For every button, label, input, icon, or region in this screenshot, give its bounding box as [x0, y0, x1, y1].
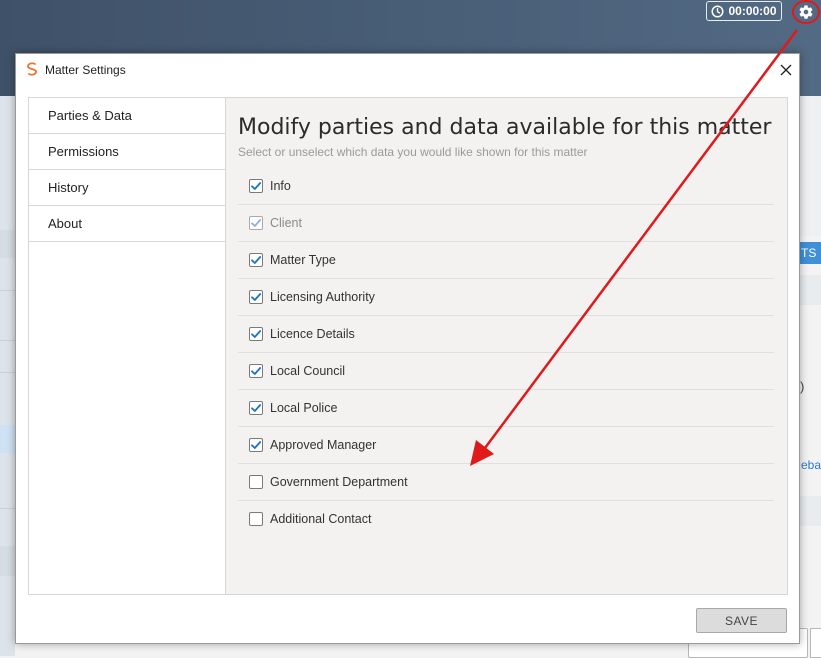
page-subtitle: Select or unselect which data you would … — [238, 145, 588, 159]
background-divider — [0, 290, 15, 291]
close-button[interactable] — [774, 58, 798, 82]
option-additional-contact[interactable]: Additional Contact — [238, 501, 774, 537]
option-label: Licensing Authority — [270, 290, 375, 304]
settings-sidebar: Parties & Data Permissions History About — [28, 97, 225, 595]
option-label: Government Department — [270, 475, 408, 489]
matter-settings-dialog: Matter Settings Parties & Data Permissio… — [15, 53, 800, 644]
background-divider — [0, 372, 15, 373]
timer-button[interactable]: 00:00:00 — [706, 1, 782, 21]
checkbox[interactable] — [249, 327, 263, 341]
close-icon — [780, 64, 792, 76]
checkmark-icon — [251, 182, 262, 190]
save-button[interactable]: SAVE — [696, 608, 787, 633]
checkmark-icon — [251, 256, 262, 264]
option-licence-details[interactable]: Licence Details — [238, 316, 774, 353]
checkbox[interactable] — [249, 253, 263, 267]
sidebar-item-parties-data[interactable]: Parties & Data — [29, 98, 225, 134]
background-divider — [0, 340, 15, 341]
option-licensing-authority[interactable]: Licensing Authority — [238, 279, 774, 316]
app-logo-icon — [27, 62, 37, 76]
option-label: Local Council — [270, 364, 346, 378]
page-title: Modify parties and data available for th… — [238, 115, 772, 140]
checkbox — [249, 216, 263, 230]
option-label: Local Police — [270, 401, 338, 415]
background-row — [0, 230, 15, 258]
background-tab[interactable]: TS — [800, 242, 821, 264]
checkbox[interactable] — [249, 179, 263, 193]
background-row — [800, 496, 821, 526]
option-label: Additional Contact — [270, 512, 372, 526]
option-government-department[interactable]: Government Department — [238, 464, 774, 501]
option-local-council[interactable]: Local Council — [238, 353, 774, 390]
checkmark-icon — [251, 293, 262, 301]
option-label: Approved Manager — [270, 438, 377, 452]
sidebar-item-history[interactable]: History — [29, 170, 225, 206]
clock-icon — [711, 4, 724, 18]
dialog-title: Matter Settings — [45, 63, 126, 77]
timer-value: 00:00:00 — [728, 4, 777, 18]
checkbox[interactable] — [249, 290, 263, 304]
option-approved-manager[interactable]: Approved Manager — [238, 427, 774, 464]
option-label: Matter Type — [270, 253, 336, 267]
checkmark-icon — [251, 441, 262, 449]
checkmark-icon — [251, 404, 262, 412]
background-row — [0, 546, 15, 576]
checkbox[interactable] — [249, 401, 263, 415]
checkbox[interactable] — [249, 512, 263, 526]
checkmark-icon — [251, 330, 262, 338]
data-options-list: Info Client Matter Type Licensing Authority… — [238, 168, 774, 537]
checkbox[interactable] — [249, 364, 263, 378]
background-row — [800, 275, 821, 305]
option-label: Client — [270, 216, 302, 230]
checkmark-icon — [251, 367, 262, 375]
option-info[interactable]: Info — [238, 168, 774, 205]
parties-data-panel: Modify parties and data available for th… — [225, 97, 788, 595]
gear-icon — [799, 5, 813, 19]
sidebar-item-permissions[interactable]: Permissions — [29, 134, 225, 170]
settings-button[interactable] — [792, 0, 820, 24]
option-label: Info — [270, 179, 291, 193]
background-text: ) — [800, 379, 805, 394]
option-matter-type[interactable]: Matter Type — [238, 242, 774, 279]
sidebar-item-about[interactable]: About — [29, 206, 225, 242]
background-divider — [0, 508, 15, 509]
background-row — [0, 425, 15, 453]
checkmark-icon — [251, 219, 262, 227]
checkbox[interactable] — [249, 475, 263, 489]
background-link[interactable]: eball — [801, 458, 821, 472]
dialog-titlebar: Matter Settings — [16, 54, 799, 86]
option-client: Client — [238, 205, 774, 242]
checkbox[interactable] — [249, 438, 263, 452]
background-panel-right — [800, 96, 821, 236]
option-label: Licence Details — [270, 327, 355, 341]
option-local-police[interactable]: Local Police — [238, 390, 774, 427]
